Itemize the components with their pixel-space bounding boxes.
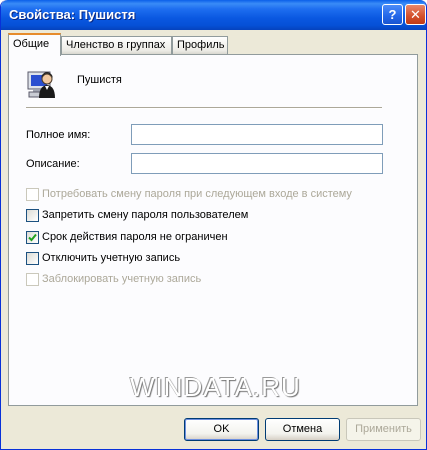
tab-panel-general: Пушистя Полное имя: Описание: Потребоват… xyxy=(8,54,418,406)
checkmark-icon xyxy=(28,233,37,242)
tab-profile[interactable]: Профиль xyxy=(172,36,228,54)
checkbox-box[interactable] xyxy=(26,252,39,265)
checkbox-label: Отключить учетную запись xyxy=(42,252,181,264)
watermark: WINDATA.RU xyxy=(130,372,301,402)
window-title: Свойства: Пушистя xyxy=(9,7,136,22)
close-button[interactable]: ✕ xyxy=(405,4,426,25)
description-field[interactable] xyxy=(131,153,383,174)
checkbox-label: Заблокировать учетную запись xyxy=(42,273,202,285)
checkbox-box[interactable] xyxy=(26,273,39,286)
full-name-field[interactable] xyxy=(131,124,383,145)
title-bar[interactable]: Свойства: Пушистя ? ✕ xyxy=(1,0,426,30)
user-display-name: Пушистя xyxy=(77,74,122,86)
separator xyxy=(26,107,382,109)
ok-button[interactable]: OK xyxy=(184,418,259,441)
help-button[interactable]: ? xyxy=(382,4,403,25)
apply-button[interactable]: Применить xyxy=(346,418,421,441)
checkbox-box[interactable] xyxy=(26,188,39,201)
user-computer-icon xyxy=(27,71,55,98)
checkbox-label: Запретить смену пароля пользователем xyxy=(42,209,249,221)
tab-general[interactable]: Общие xyxy=(8,33,61,56)
full-name-label: Полное имя: xyxy=(26,129,91,141)
checkbox-label: Срок действия пароля не ограничен xyxy=(42,231,228,243)
description-label: Описание: xyxy=(26,158,80,170)
checkbox-label: Потребовать смену пароля при следующем в… xyxy=(42,188,352,200)
tab-group-membership[interactable]: Членство в группах xyxy=(61,36,172,54)
checkbox-box[interactable] xyxy=(26,209,39,222)
cancel-button[interactable]: Отмена xyxy=(265,418,340,441)
properties-dialog: Свойства: Пушистя ? ✕ Общие Членство в г… xyxy=(0,0,427,450)
checkbox-box[interactable] xyxy=(26,231,39,244)
